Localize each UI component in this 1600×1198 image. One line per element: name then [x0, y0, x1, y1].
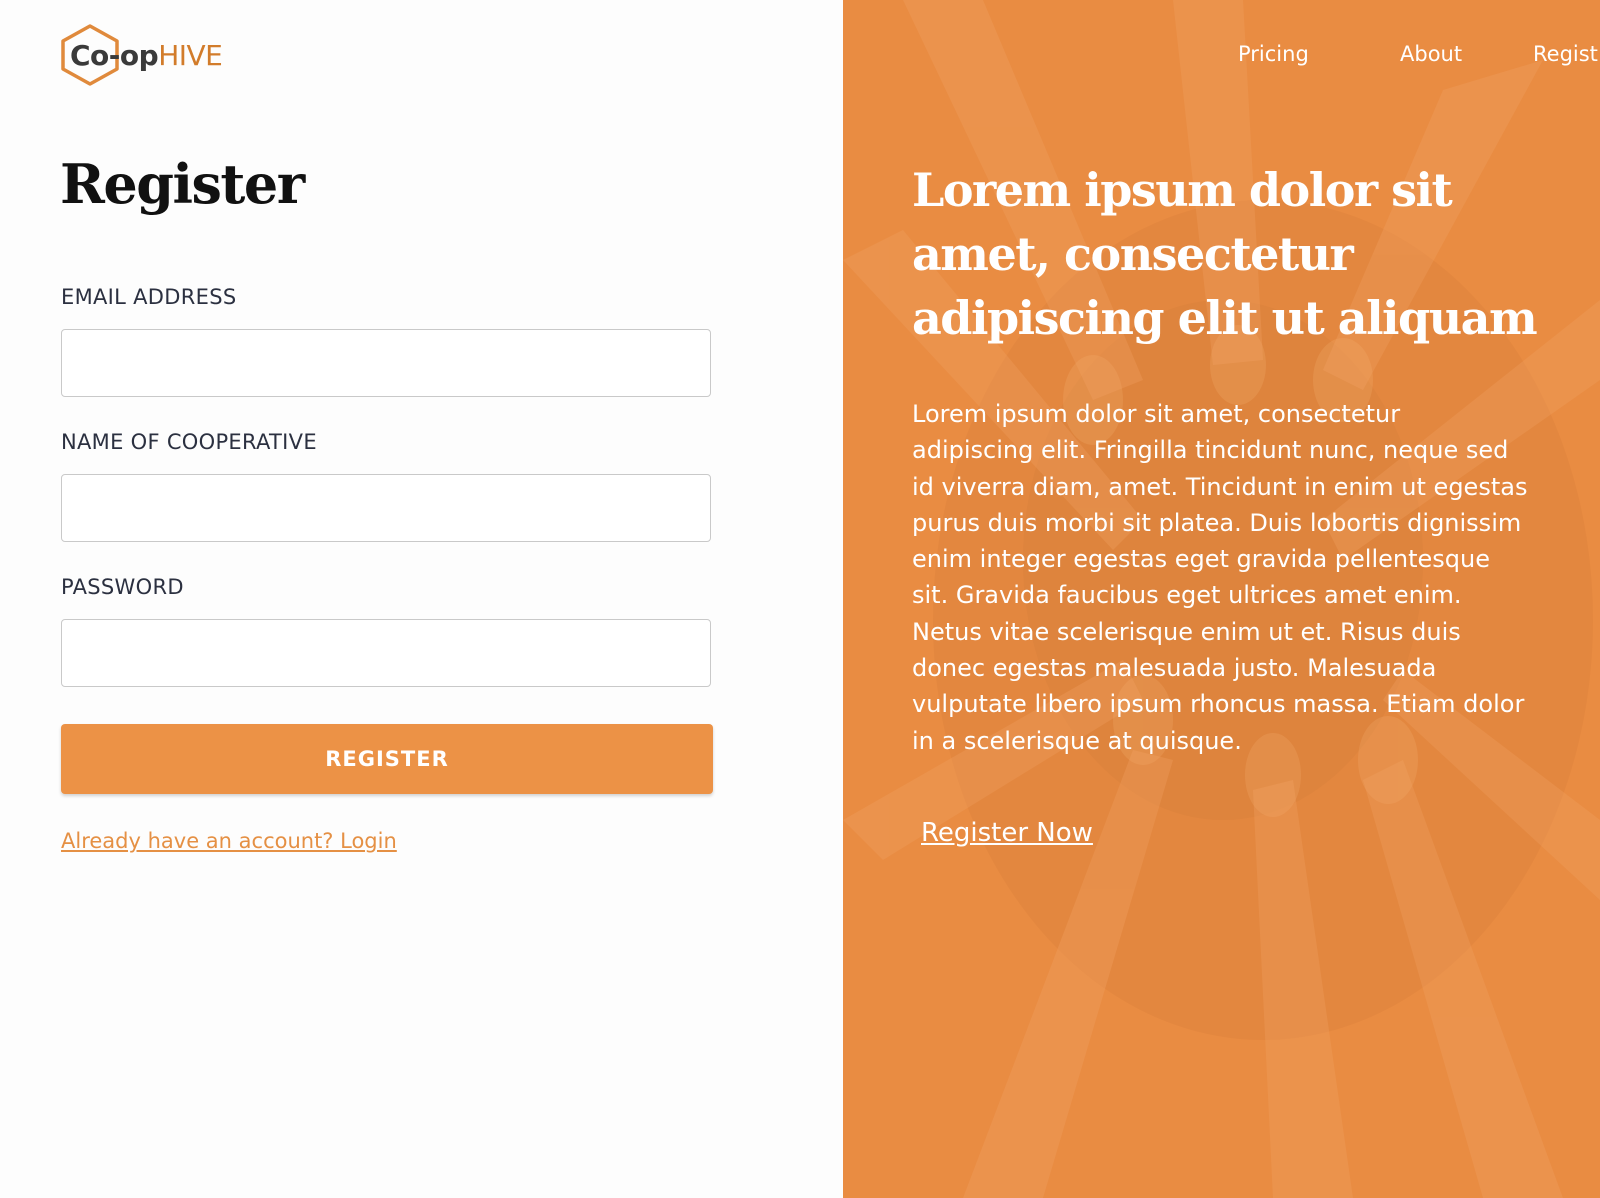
- cooperative-name-field[interactable]: [61, 474, 711, 542]
- hero-body-line: adipiscing elit. Fringilla tincidunt nun…: [912, 436, 1509, 465]
- hero-body-line: purus duis morbi sit platea. Duis lobort…: [912, 508, 1522, 537]
- hero-panel: Pricing About Regist Lorem ipsum dolor s…: [843, 0, 1600, 1198]
- nav-item-pricing[interactable]: Pricing: [1238, 42, 1309, 66]
- email-label: EMAIL ADDRESS: [61, 285, 237, 309]
- register-button[interactable]: REGISTER: [61, 724, 713, 794]
- page-title: Register: [60, 152, 305, 216]
- register-page: Co-op HIVE Register EMAIL ADDRESS NAME OF…: [0, 0, 1600, 1198]
- hero-body-line: in a scelerisque at quisque.: [912, 726, 1242, 755]
- hero-body-line: sit. Gravida faucibus eget ultrices amet…: [912, 581, 1462, 610]
- hero-body-text: Lorem ipsum dolor sit amet, consectetur …: [912, 396, 1600, 759]
- hero-body-line: enim integer egestas eget gravida pellen…: [912, 545, 1490, 574]
- top-nav: Pricing About Regist: [843, 42, 1600, 72]
- hero-body-line: Lorem ipsum dolor sit amet, consectetur: [912, 400, 1401, 428]
- hero-heading: Lorem ipsum dolor sit amet, consectetur …: [912, 163, 1538, 345]
- logo-text-hive: HIVE: [158, 38, 223, 72]
- hero-body-line: Netus vitae scelerisque enim ut et. Risu…: [912, 617, 1461, 646]
- register-form-panel: Co-op HIVE Register EMAIL ADDRESS NAME OF…: [0, 0, 843, 1198]
- login-link[interactable]: Already have an account? Login: [61, 829, 397, 853]
- email-field[interactable]: [61, 329, 711, 397]
- hero-body-line: donec egestas malesuada justo. Malesuada: [912, 654, 1437, 683]
- hero-body-line: vulputate libero ipsum rhoncus massa. Et…: [912, 690, 1525, 719]
- coophive-logo[interactable]: Co-op HIVE: [60, 24, 223, 86]
- logo-text-coop: Co-op: [70, 38, 159, 72]
- nav-item-register[interactable]: Regist: [1533, 42, 1598, 66]
- hero-body-line: id viverra diam, amet. Tincidunt in enim…: [912, 472, 1528, 501]
- register-now-link[interactable]: Register Now: [921, 818, 1093, 848]
- cooperative-name-label: NAME OF COOPERATIVE: [61, 430, 317, 454]
- password-label: PASSWORD: [61, 575, 184, 599]
- nav-item-about[interactable]: About: [1400, 42, 1462, 66]
- password-field[interactable]: [61, 619, 711, 687]
